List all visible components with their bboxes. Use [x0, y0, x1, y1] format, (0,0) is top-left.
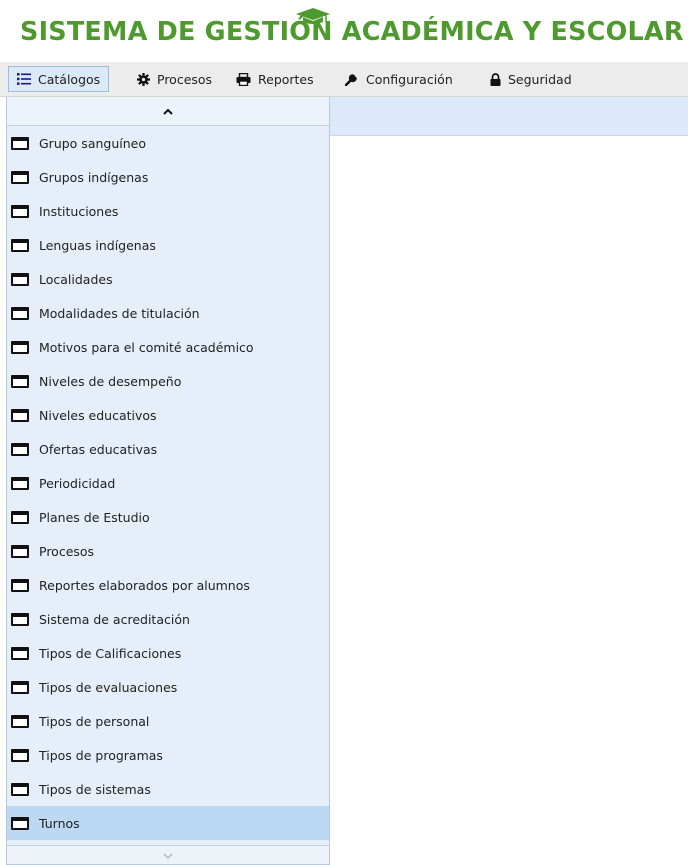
window-icon — [11, 510, 29, 524]
dropdown-item-label: Reportes elaborados por alumnos — [39, 577, 250, 593]
list-icon — [17, 73, 31, 85]
catalogos-dropdown: Grupo sanguíneo Grupos indígenas Instituci… — [6, 97, 330, 865]
dropdown-item[interactable]: Tipos de Calificaciones — [7, 636, 329, 670]
dropdown-item-label: Turnos — [39, 815, 80, 831]
dropdown-item[interactable]: Ofertas educativas — [7, 432, 329, 466]
dropdown-item[interactable]: Niveles educativos — [7, 398, 329, 432]
menu-reportes-label: Reportes — [258, 71, 314, 87]
menu-procesos[interactable]: Procesos — [137, 66, 212, 92]
window-icon — [11, 442, 29, 456]
dropdown-item[interactable]: Planes de Estudio — [7, 500, 329, 534]
window-icon — [11, 714, 29, 728]
menu-seguridad-label: Seguridad — [508, 71, 572, 87]
dropdown-item-label: Ofertas educativas — [39, 441, 158, 457]
menu-reportes[interactable]: Reportes — [236, 66, 314, 92]
window-icon — [11, 136, 29, 150]
window-icon — [11, 170, 29, 184]
dropdown-item[interactable]: Tipos de sistemas — [7, 772, 329, 806]
dropdown-item[interactable]: Tipos de personal — [7, 704, 329, 738]
lock-icon — [490, 72, 501, 86]
dropdown-item-label: Niveles educativos — [39, 407, 157, 423]
app-title: SISTEMA DE GESTIÓN ACADÉMICA Y ESCOLAR — [20, 17, 684, 47]
dropdown-item[interactable]: Periodicidad — [7, 466, 329, 500]
content-toolbar — [330, 97, 688, 136]
dropdown-item-label: Grupos indígenas — [39, 169, 149, 185]
chevron-up-icon — [163, 108, 173, 115]
dropdown-item[interactable]: Turnos — [7, 806, 329, 840]
window-icon — [11, 578, 29, 592]
menu-seguridad[interactable]: Seguridad — [490, 66, 572, 92]
window-icon — [11, 544, 29, 558]
chevron-down-icon — [163, 853, 173, 859]
menu-configuracion-label: Configuración — [366, 71, 453, 87]
dropdown-item[interactable]: Niveles de desempeño — [7, 364, 329, 398]
dropdown-list: Grupo sanguíneo Grupos indígenas Instituci… — [7, 126, 329, 840]
main-menubar: Catálogos Procesos Reportes Configuració… — [0, 62, 688, 97]
dropdown-item[interactable]: Sistema de acreditación — [7, 602, 329, 636]
window-icon — [11, 306, 29, 320]
dropdown-item-label: Tipos de evaluaciones — [39, 679, 178, 695]
window-icon — [11, 612, 29, 626]
dropdown-item[interactable]: Grupos indígenas — [7, 160, 329, 194]
printer-icon — [236, 72, 251, 86]
dropdown-item-label: Planes de Estudio — [39, 509, 150, 525]
dropdown-item[interactable]: Lenguas indígenas — [7, 228, 329, 262]
window-icon — [11, 816, 29, 830]
dropdown-item[interactable]: Modalidades de titulación — [7, 296, 329, 330]
window-icon — [11, 748, 29, 762]
dropdown-item-label: Tipos de sistemas — [39, 781, 151, 797]
dropdown-item-label: Localidades — [39, 271, 113, 287]
window-icon — [11, 272, 29, 286]
dropdown-item[interactable]: Tipos de programas — [7, 738, 329, 772]
window-icon — [11, 476, 29, 490]
window-icon — [11, 680, 29, 694]
menu-catalogos-label: Catálogos — [38, 71, 101, 87]
menu-configuracion[interactable]: Configuración — [345, 66, 453, 92]
window-icon — [11, 204, 29, 218]
scroll-down-button[interactable] — [7, 845, 329, 864]
menu-catalogos[interactable]: Catálogos — [8, 66, 110, 92]
wrench-icon — [345, 74, 357, 86]
dropdown-item[interactable]: Instituciones — [7, 194, 329, 228]
dropdown-item-label: Periodicidad — [39, 475, 116, 491]
dropdown-item[interactable]: Procesos — [7, 534, 329, 568]
dropdown-item-label: Niveles de desempeño — [39, 373, 182, 389]
dropdown-item-label: Tipos de Calificaciones — [39, 645, 182, 661]
window-icon — [11, 340, 29, 354]
app-banner: SISTEMA DE GESTIÓN ACADÉMICA Y ESCOLAR — [0, 0, 688, 62]
window-icon — [11, 374, 29, 388]
window-icon — [11, 408, 29, 422]
window-icon — [11, 782, 29, 796]
dropdown-item[interactable]: Grupo sanguíneo — [7, 126, 329, 160]
graduation-cap-icon — [296, 8, 330, 24]
dropdown-item-label: Lenguas indígenas — [39, 237, 156, 253]
dropdown-item-label: Sistema de acreditación — [39, 611, 190, 627]
dropdown-item[interactable]: Motivos para el comité académico — [7, 330, 329, 364]
dropdown-item-label: Grupo sanguíneo — [39, 135, 146, 151]
dropdown-item[interactable]: Tipos de evaluaciones — [7, 670, 329, 704]
menu-procesos-label: Procesos — [157, 71, 213, 87]
scroll-up-button[interactable] — [7, 97, 329, 126]
dropdown-item[interactable]: Reportes elaborados por alumnos — [7, 568, 329, 602]
dropdown-item-label: Tipos de personal — [39, 713, 150, 729]
dropdown-item-label: Instituciones — [39, 203, 119, 219]
dropdown-item-label: Modalidades de titulación — [39, 305, 200, 321]
window-icon — [11, 646, 29, 660]
dropdown-item-label: Procesos — [39, 543, 95, 559]
gear-icon — [137, 72, 150, 86]
dropdown-item[interactable]: Localidades — [7, 262, 329, 296]
dropdown-item-label: Tipos de programas — [39, 747, 163, 763]
dropdown-item-label: Motivos para el comité académico — [39, 339, 254, 355]
window-icon — [11, 238, 29, 252]
